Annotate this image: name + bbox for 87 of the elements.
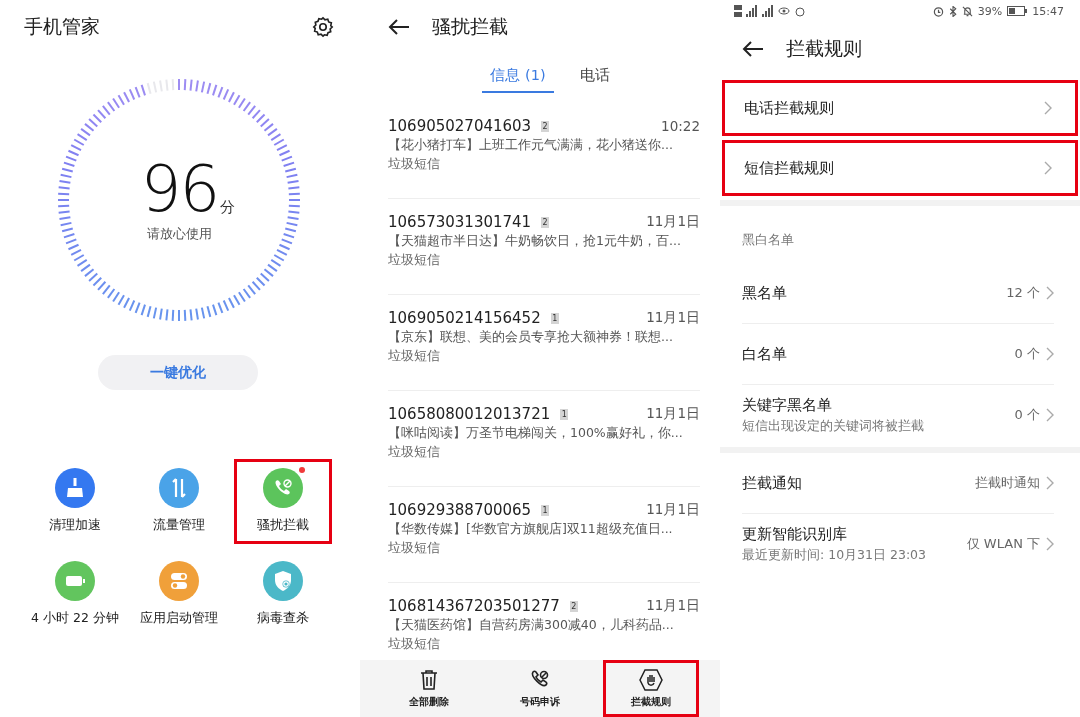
message-time: 10:22 [661,118,700,134]
message-category: 垃圾短信 [388,636,441,653]
settings-item[interactable]: 更新智能识别库 最近更新时间: 10月31日 23:03 仅 WLAN 下 [742,514,1054,574]
page-title: 拦截规则 [786,36,862,61]
sim-badge: 1 [550,312,559,324]
message-preview: 【华数传媒】[华数官方旗舰店]双11超级充值日... [388,521,674,538]
item-label: 黑名单 [742,283,788,303]
message-category: 垃圾短信 [388,348,441,365]
tool-button[interactable]: 应用启动管理 [130,552,228,637]
sender-number: 10658080012013721 [388,405,551,423]
score-ring-track [146,78,175,95]
sim-badge: 2 [569,600,578,612]
item-label: 拦截通知 [742,473,803,493]
message-time: 11月1日 [646,405,700,423]
tool-button[interactable]: 病毒查杀 [234,552,332,637]
tab[interactable]: 信息 (1) [482,62,554,93]
tool-button[interactable]: 流量管理 [130,459,228,544]
tool-button[interactable]: 清理加速 [26,459,124,544]
sender-number: 106929388700065 [388,501,532,519]
sim-badge: 1 [560,408,569,420]
message-preview: 【天猫超市半日达】牛奶畅饮日，抢1元牛奶，百... [388,233,682,250]
tool-button[interactable]: 骚扰拦截 [234,459,332,544]
alarm-icon [932,5,944,17]
action-button[interactable]: 拦截规则 [602,660,699,717]
item-value: 拦截时通知 [975,474,1040,492]
message-category: 垃圾短信 [388,252,441,269]
settings-link[interactable]: 短信拦截规则 [722,140,1078,196]
back-icon[interactable] [388,18,410,36]
battery-percent: 39% [977,4,1003,18]
optimize-button[interactable]: 一键优化 [98,355,258,390]
back-icon[interactable] [742,40,764,58]
score-unit: 分 [220,198,236,217]
message-time: 11月1日 [646,309,700,327]
chevron-right-icon [1046,537,1054,551]
message-category: 垃圾短信 [388,156,441,173]
item-value: 0 个 [1014,345,1040,363]
message-preview: 【咪咕阅读】万圣节电梯闯关，100%赢好礼，你... [388,425,684,442]
sender-number: 106905027041603 [388,117,532,135]
chevron-right-icon [1046,286,1054,300]
sim-badge: 1 [541,504,550,516]
item-subtitle: 最近更新时间: 10月31日 23:03 [742,546,927,564]
settings-icon[interactable] [312,16,334,38]
sender-number: 106573031301741 [388,213,532,231]
item-value: 仅 WLAN 下 [966,535,1040,553]
item-label: 更新智能识别库 [742,524,848,544]
message-category: 垃圾短信 [388,444,441,461]
message-preview: 【京东】联想、美的会员专享抢大额神券！联想... [388,329,674,346]
message-preview: 【花小猪打车】上班工作元气满满，花小猪送你... [388,137,674,154]
notification-dot [299,467,305,473]
chevron-right-icon [1046,347,1054,361]
settings-item[interactable]: 黑名单 12 个 [742,263,1054,324]
clock-time: 15:47 [1032,4,1064,18]
bluetooth-icon [948,5,957,17]
message-time: 11月1日 [646,213,700,231]
sender-number: 106814367203501277 [388,597,560,615]
settings-item[interactable]: 白名单 0 个 [742,324,1054,385]
score-caption: 请放心使用 [146,225,212,243]
chevron-right-icon [1044,161,1052,175]
battery-icon [1007,6,1028,16]
sim-badge: 2 [541,120,550,132]
message-time: 11月1日 [646,501,700,519]
hand-stop-icon [638,668,663,691]
action-button[interactable]: 全部删除 [381,660,478,717]
settings-item[interactable]: 关键字黑名单 短信出现设定的关键词将被拦截 0 个 [742,385,1054,445]
item-value: 12 个 [1006,284,1040,302]
page-title: 骚扰拦截 [432,14,508,39]
message-category: 垃圾短信 [388,540,441,557]
section-header: 黑白名单 [742,231,795,249]
item-value: 0 个 [1014,406,1040,424]
settings-link[interactable]: 电话拦截规则 [722,80,1078,136]
action-button[interactable]: 号码申诉 [492,660,588,717]
item-subtitle: 短信出现设定的关键词将被拦截 [742,417,925,435]
sender-number: 1069050214156452 [388,309,541,327]
chevron-right-icon [1046,408,1054,422]
score-value: 96 [140,157,219,221]
settings-item[interactable]: 拦截通知 拦截时通知 [742,453,1054,514]
chevron-right-icon [1046,476,1054,490]
chevron-right-icon [1044,101,1052,115]
item-label: 关键字黑名单 [742,395,833,415]
app-title: 手机管家 [24,14,100,39]
sim-badge: 2 [541,216,550,228]
tab[interactable]: 电话 [571,62,618,93]
tool-button[interactable]: 4 小时 22 分钟 [26,552,124,637]
message-preview: 【天猫医药馆】自营药房满300减40，儿科药品... [388,617,675,634]
message-time: 11月1日 [646,597,700,615]
item-label: 白名单 [742,344,788,364]
mute-icon [961,5,973,17]
